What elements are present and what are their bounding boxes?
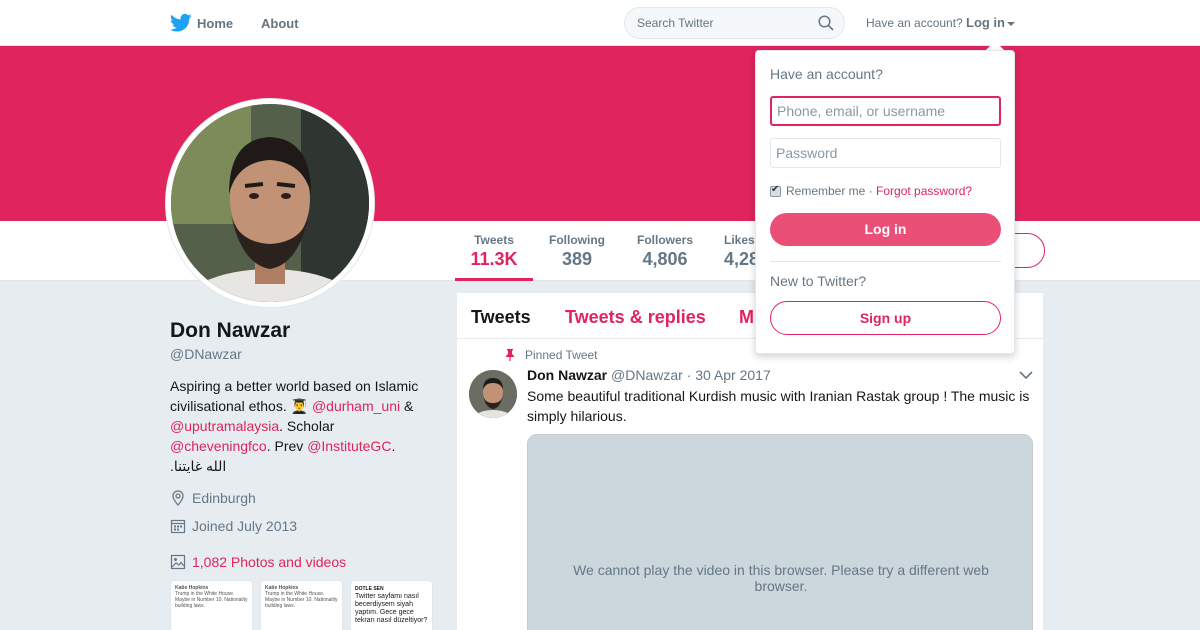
remember-checkbox[interactable]	[770, 184, 781, 197]
stat-followers[interactable]: Followers 4,806	[636, 233, 694, 270]
stat-label: Following	[549, 233, 605, 247]
tweet-author-handle[interactable]: @DNawzar	[611, 367, 683, 383]
bio-link-chevening[interactable]: @cheveningfco	[170, 438, 267, 454]
video-error-message: We cannot play the video in this browser…	[573, 562, 989, 594]
bio-link-durham[interactable]: @durham_uni	[312, 398, 400, 414]
chevron-down-icon[interactable]	[1019, 370, 1033, 380]
stat-label: Tweets	[474, 233, 514, 247]
profile-bio: Aspiring a better world based on Islamic…	[170, 376, 430, 476]
stat-value: 4,806	[642, 249, 688, 269]
new-to-twitter-text: New to Twitter?	[770, 273, 867, 289]
profile-joined: Joined July 2013	[170, 518, 297, 534]
photos-videos-text[interactable]: 1,082 Photos and videos	[192, 554, 346, 570]
nav-home-link[interactable]: Home	[197, 16, 233, 31]
username-field[interactable]	[770, 96, 1001, 126]
graduate-emoji: 👨‍🎓	[290, 398, 309, 414]
stat-following[interactable]: Following 389	[548, 233, 606, 270]
tweet-video[interactable]: We cannot play the video in this browser…	[527, 434, 1033, 630]
remember-row: Remember me · Forgot password?	[770, 184, 972, 198]
tweet-text: Some beautiful traditional Kurdish music…	[527, 388, 1030, 424]
login-button[interactable]: Log in	[770, 213, 1001, 246]
media-thumbnails: Katie Hopkins Trump in the White House. …	[170, 580, 433, 630]
profile-avatar-frame	[165, 98, 375, 308]
thumb-text: Trump in the White House. Maybe in Numbe…	[175, 591, 248, 609]
bio-text-amp: &	[404, 398, 414, 414]
active-tab-underline	[455, 278, 533, 281]
tab-tweets[interactable]: Tweets	[471, 307, 531, 328]
stat-value: 11.3K	[470, 249, 518, 269]
login-dropdown: Have an account? Remember me · Forgot pa…	[755, 50, 1015, 354]
chevron-down-icon	[1007, 21, 1015, 26]
bio-link-institute[interactable]: @InstituteGC	[307, 438, 391, 454]
media-thumbnail[interactable]: Katie Hopkins Trump in the White House. …	[260, 580, 343, 630]
joined-text: Joined July 2013	[192, 518, 298, 534]
tweet-author-name[interactable]: Don Nawzar	[527, 367, 607, 383]
login-toggle-label: Log in	[966, 15, 1005, 30]
forgot-password-link[interactable]: Forgot password?	[876, 184, 972, 198]
image-icon	[170, 554, 186, 570]
photos-videos-link[interactable]: 1,082 Photos and videos	[170, 554, 346, 570]
calendar-icon	[170, 519, 186, 534]
stat-label: Followers	[636, 233, 693, 247]
thumb-text: Trump in the White House. Maybe in Numbe…	[265, 591, 338, 609]
twitter-bird-icon[interactable]	[170, 13, 192, 33]
dropdown-caret	[986, 41, 1004, 50]
search-icon[interactable]	[818, 15, 834, 31]
thumb-text: Twitter sayfamı nasıl becerdiysem siyah …	[355, 593, 428, 624]
tab-tweets-replies[interactable]: Tweets & replies	[565, 307, 706, 328]
login-toggle[interactable]: Log in	[966, 15, 1015, 30]
tweet-date[interactable]: · 30 Apr 2017	[687, 367, 771, 383]
tweet-avatar[interactable]	[469, 370, 517, 418]
profile-name: Don Nawzar	[170, 319, 291, 342]
search-input[interactable]	[625, 8, 815, 38]
location-text: Edinburgh	[192, 490, 256, 506]
avatar[interactable]	[171, 104, 369, 302]
profile-location: Edinburgh	[170, 490, 256, 506]
remember-label[interactable]: Remember me	[786, 184, 865, 198]
nav-about-link[interactable]: About	[261, 16, 299, 31]
stat-tweets[interactable]: Tweets 11.3K	[470, 233, 518, 270]
have-account-text: Have an account?	[866, 16, 963, 30]
media-thumbnail[interactable]: DOTLE SEN Twitter sayfamı nasıl becerdiy…	[350, 580, 433, 630]
top-nav: Home About Have an account? Log in	[0, 0, 1200, 46]
search-box	[624, 7, 845, 39]
remember-separator: ·	[865, 184, 877, 198]
signup-button[interactable]: Sign up	[770, 301, 1001, 335]
location-pin-icon	[172, 490, 184, 506]
bio-arabic-text: الله غايتنا.	[170, 458, 227, 474]
bio-text-dot: .	[391, 438, 396, 454]
thumb-title: DOTLE SEN	[355, 586, 384, 592]
tab-media[interactable]: M	[739, 307, 754, 328]
tweet-avatar-photo	[469, 370, 517, 418]
media-thumbnail[interactable]: Katie Hopkins Trump in the White House. …	[170, 580, 253, 630]
dropdown-title: Have an account?	[770, 66, 883, 82]
pin-icon	[506, 349, 514, 361]
avatar-photo	[171, 104, 369, 302]
divider	[770, 261, 1001, 262]
bio-link-uputra[interactable]: @uputramalaysia	[170, 418, 279, 434]
tweet-header: Don Nawzar @DNawzar · 30 Apr 2017	[527, 367, 771, 383]
password-field[interactable]	[770, 138, 1001, 168]
pinned-text: Pinned Tweet	[525, 348, 598, 362]
pinned-label: Pinned Tweet	[505, 348, 598, 362]
bio-text-scholar: . Scholar	[279, 418, 335, 434]
profile-handle[interactable]: @DNawzar	[170, 346, 242, 362]
stat-value: 389	[561, 249, 593, 269]
bio-text-prev: . Prev	[266, 438, 304, 454]
